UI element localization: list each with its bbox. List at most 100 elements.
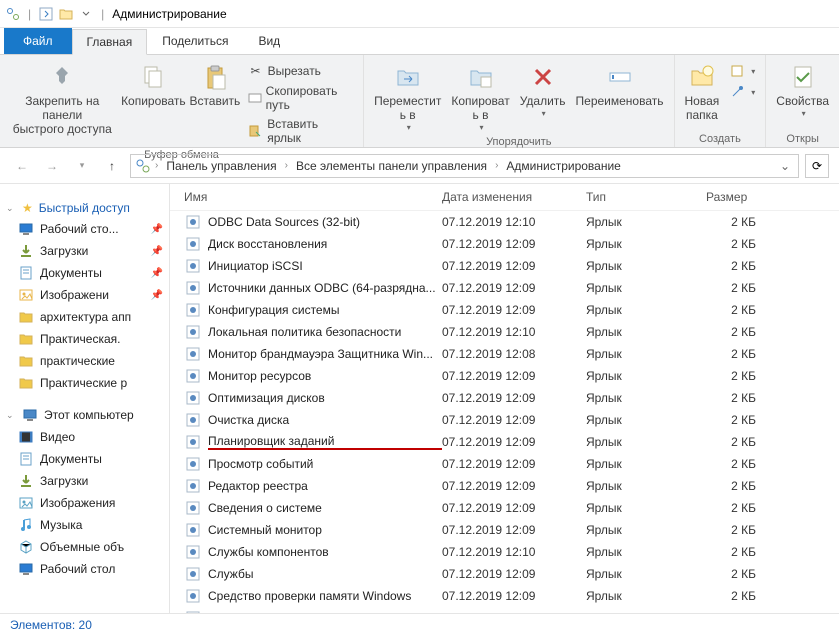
qat-properties-icon[interactable] xyxy=(37,5,55,23)
sidebar-item[interactable]: Рабочий сто...📌 xyxy=(0,218,169,240)
sidebar-item[interactable]: Документы xyxy=(0,448,169,470)
crumb-1[interactable]: Все элементы панели управления xyxy=(292,157,491,175)
file-row[interactable]: ODBC Data Sources (32-bit)07.12.2019 12:… xyxy=(170,211,839,233)
rename-button[interactable]: Переименовать xyxy=(572,59,668,111)
3d-icon xyxy=(18,539,34,555)
download-icon xyxy=(18,473,34,489)
col-size[interactable]: Размер xyxy=(706,190,786,204)
file-name: Просмотр событий xyxy=(208,457,442,471)
file-type: Ярлык xyxy=(586,435,706,449)
file-name: Системный монитор xyxy=(208,523,442,537)
paste-button[interactable]: Вставить xyxy=(188,59,241,111)
file-date: 07.12.2019 12:10 xyxy=(442,545,586,559)
file-row[interactable]: Просмотр событий07.12.2019 12:09Ярлык2 К… xyxy=(170,453,839,475)
copypath-icon xyxy=(248,90,262,106)
crumb-2[interactable]: Администрирование xyxy=(502,157,624,175)
copy-path-button[interactable]: Скопировать путь xyxy=(244,82,358,114)
col-name[interactable]: Имя xyxy=(184,190,442,204)
move-to-button[interactable]: Переместит ь в▾ xyxy=(370,59,445,134)
file-icon xyxy=(184,543,202,561)
nav-forward-button[interactable]: → xyxy=(40,154,64,178)
file-row[interactable]: Инициатор iSCSI07.12.2019 12:09Ярлык2 КБ xyxy=(170,255,839,277)
file-date: 07.12.2019 12:09 xyxy=(442,413,586,427)
easy-access-button[interactable]: ▾ xyxy=(725,82,759,102)
sidebar-item[interactable]: Загрузки📌 xyxy=(0,240,169,262)
file-row[interactable]: Средство проверки памяти Windows07.12.20… xyxy=(170,585,839,607)
tab-share[interactable]: Поделиться xyxy=(147,28,243,54)
sidebar-item[interactable]: Изображения xyxy=(0,492,169,514)
sidebar-this-pc[interactable]: ⌄ Этот компьютер xyxy=(0,404,169,426)
file-row[interactable]: Локальная политика безопасности07.12.201… xyxy=(170,321,839,343)
qat-dropdown-icon[interactable] xyxy=(77,5,95,23)
qat-tools-icon[interactable] xyxy=(4,5,22,23)
file-icon xyxy=(184,433,202,451)
crumb-sep[interactable]: › xyxy=(283,160,290,171)
sidebar-item-label: Рабочий сто... xyxy=(40,222,119,236)
nav-up-button[interactable]: ↑ xyxy=(100,154,124,178)
sidebar-item[interactable]: Видео xyxy=(0,426,169,448)
cut-button[interactable]: ✂Вырезать xyxy=(244,61,358,81)
file-row[interactable]: Конфигурация системы07.12.2019 12:09Ярлы… xyxy=(170,299,839,321)
cut-label: Вырезать xyxy=(268,64,321,78)
file-size: 2 КБ xyxy=(706,347,786,361)
crumb-sep[interactable]: › xyxy=(493,160,500,171)
file-row[interactable]: Очистка диска07.12.2019 12:09Ярлык2 КБ xyxy=(170,409,839,431)
file-row[interactable]: Диск восстановления07.12.2019 12:09Ярлык… xyxy=(170,233,839,255)
sidebar-item[interactable]: Практическая. xyxy=(0,328,169,350)
file-row[interactable]: Монитор брандмауэра Защитника Win...07.1… xyxy=(170,343,839,365)
nav-back-button[interactable]: ← xyxy=(10,154,34,178)
copy-to-button[interactable]: Копироват ь в▾ xyxy=(447,59,513,134)
sidebar-item[interactable]: Практические р xyxy=(0,372,169,394)
crumb-sep[interactable]: › xyxy=(153,160,160,171)
file-row[interactable]: Управление компьютером07.12.2019 12:09Яр… xyxy=(170,607,839,613)
file-row[interactable]: Оптимизация дисков07.12.2019 12:09Ярлык2… xyxy=(170,387,839,409)
file-row[interactable]: Сведения о системе07.12.2019 12:09Ярлык2… xyxy=(170,497,839,519)
qat-folder-icon[interactable] xyxy=(57,5,75,23)
sidebar-item-label: Практические р xyxy=(40,376,127,390)
file-row[interactable]: Службы07.12.2019 12:09Ярлык2 КБ xyxy=(170,563,839,585)
address-dropdown[interactable]: ⌄ xyxy=(776,159,794,173)
expand-icon: ⌄ xyxy=(6,410,16,421)
sidebar-item[interactable]: Рабочий стол xyxy=(0,558,169,580)
sidebar-item[interactable]: Объемные объ xyxy=(0,536,169,558)
crumb-0[interactable]: Панель управления xyxy=(162,157,280,175)
file-row[interactable]: Редактор реестра07.12.2019 12:09Ярлык2 К… xyxy=(170,475,839,497)
file-date: 07.12.2019 12:09 xyxy=(442,589,586,603)
delete-button[interactable]: Удалить▾ xyxy=(516,59,570,120)
nav-history-dropdown[interactable]: ▾ xyxy=(70,154,94,178)
easyaccess-icon xyxy=(729,84,745,100)
new-item-button[interactable]: ▾ xyxy=(725,61,759,81)
file-row[interactable]: Планировщик заданий07.12.2019 12:09Ярлык… xyxy=(170,431,839,453)
copy-button[interactable]: Копировать xyxy=(121,59,187,111)
sidebar-item[interactable]: Музыка xyxy=(0,514,169,536)
file-icon xyxy=(184,477,202,495)
file-row[interactable]: Службы компонентов07.12.2019 12:10Ярлык2… xyxy=(170,541,839,563)
file-row[interactable]: Системный монитор07.12.2019 12:09Ярлык2 … xyxy=(170,519,839,541)
new-folder-button[interactable]: Новая папка xyxy=(681,59,724,125)
col-type[interactable]: Тип xyxy=(586,190,706,204)
file-row[interactable]: Монитор ресурсов07.12.2019 12:09Ярлык2 К… xyxy=(170,365,839,387)
tab-view[interactable]: Вид xyxy=(243,28,295,54)
sidebar-item[interactable]: Загрузки xyxy=(0,470,169,492)
window-title: Администрирование xyxy=(112,7,226,21)
tab-file[interactable]: Файл xyxy=(4,28,72,54)
pin-icon xyxy=(46,61,78,93)
sidebar-item[interactable]: архитектура апп xyxy=(0,306,169,328)
address-bar[interactable]: › Панель управления › Все элементы панел… xyxy=(130,154,799,178)
paste-shortcut-button[interactable]: Вставить ярлык xyxy=(244,115,358,147)
pin-to-quick-access-button[interactable]: Закрепить на панели быстрого доступа xyxy=(6,59,119,138)
file-size: 2 КБ xyxy=(706,237,786,251)
file-icon xyxy=(184,257,202,275)
file-size: 2 КБ xyxy=(706,325,786,339)
chevron-down-icon: ▾ xyxy=(480,123,484,132)
properties-button[interactable]: Свойства▾ xyxy=(772,59,833,120)
tab-home[interactable]: Главная xyxy=(72,29,148,55)
sidebar-item[interactable]: Изображени📌 xyxy=(0,284,169,306)
sidebar-item[interactable]: практические xyxy=(0,350,169,372)
file-row[interactable]: Источники данных ODBC (64-разрядна...07.… xyxy=(170,277,839,299)
refresh-button[interactable]: ⟳ xyxy=(805,154,829,178)
col-date[interactable]: Дата изменения xyxy=(442,190,586,204)
copyto-label: Копироват ь в xyxy=(451,95,509,123)
sidebar-item[interactable]: Документы📌 xyxy=(0,262,169,284)
sidebar-quick-access[interactable]: ⌄ ★ Быстрый доступ xyxy=(0,198,169,218)
